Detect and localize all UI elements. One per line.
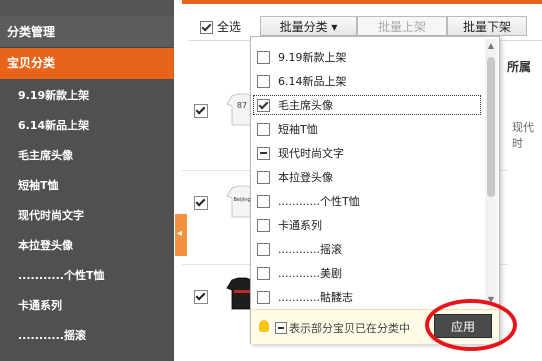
thumb-print: Beijing: [233, 197, 250, 203]
option-label: ............美剧: [278, 267, 342, 280]
chevron-left-icon: ◂: [177, 228, 183, 239]
select-all-checkbox[interactable]: [200, 21, 213, 34]
batch-delist-button[interactable]: 批量下架: [447, 16, 527, 36]
category-column-header: 所属: [507, 60, 532, 74]
thumb-print: 87: [237, 101, 247, 110]
option-checkbox[interactable]: [257, 195, 270, 208]
sidebar-top-strip: [0, 0, 174, 16]
option-label: 卡通系列: [278, 219, 322, 232]
option-label: 本拉登头像: [278, 171, 333, 184]
dropdown-option[interactable]: 短袖T恤: [251, 117, 483, 141]
option-checkbox[interactable]: [257, 243, 270, 256]
sidebar-header[interactable]: 分类管理: [0, 16, 174, 48]
caret-down-icon: ▾: [331, 20, 338, 34]
row-checkbox[interactable]: [194, 290, 208, 304]
batch-category-button[interactable]: 批量分类 ▾: [260, 16, 357, 36]
highlight-ellipse: [425, 299, 517, 351]
option-checkbox[interactable]: [257, 51, 270, 64]
row-checkbox[interactable]: [194, 196, 208, 210]
category-dropdown: 9.19新款上架 6.14新品上架 毛主席头像 短袖T恤 现代时尚文字 本拉登头…: [250, 36, 500, 344]
dropdown-option[interactable]: 毛主席头像: [251, 93, 483, 117]
sidebar-item[interactable]: 现代时尚文字: [0, 201, 174, 231]
batch-category-label: 批量分类: [279, 20, 328, 34]
dropdown-option[interactable]: ............美剧: [251, 261, 483, 285]
option-label: 6.14新品上架: [278, 75, 347, 88]
dropdown-scrollbar[interactable]: ▲ ▼: [485, 39, 497, 307]
option-checkbox[interactable]: [257, 147, 270, 160]
dropdown-option[interactable]: 9.19新款上架: [251, 45, 483, 69]
dropdown-option[interactable]: 卡通系列: [251, 213, 483, 237]
option-label: 9.19新款上架: [278, 51, 347, 64]
dropdown-option[interactable]: 本拉登头像: [251, 165, 483, 189]
sidebar-item[interactable]: 6.14新品上架: [0, 111, 174, 141]
dropdown-option[interactable]: ............摇滚: [251, 237, 483, 261]
option-checkbox[interactable]: [257, 291, 270, 304]
sidebar: 分类管理 宝贝分类 9.19新款上架 6.14新品上架 毛主席头像 短袖T恤 现…: [0, 0, 174, 361]
option-checkbox[interactable]: [257, 99, 270, 112]
footer-hint: 表示部分宝贝已在分类中: [289, 322, 410, 335]
option-checkbox[interactable]: [257, 123, 270, 136]
top-accent-bar: [182, 0, 542, 4]
select-all-label: 全选: [217, 20, 242, 34]
partial-checkbox-icon: [275, 322, 287, 334]
scrollbar-thumb[interactable]: [487, 57, 495, 197]
sidebar-item[interactable]: 短袖T恤: [0, 171, 174, 201]
dropdown-option[interactable]: 6.14新品上架: [251, 69, 483, 93]
batch-list-button[interactable]: 批量上架: [357, 16, 447, 36]
sidebar-collapse-toggle[interactable]: ◂: [175, 214, 187, 256]
option-label: ............骷髅志: [278, 291, 353, 304]
option-label: ............摇滚: [278, 243, 342, 256]
lightbulb-icon: [259, 320, 269, 332]
sidebar-item[interactable]: 卡通系列: [0, 291, 174, 321]
scroll-up-icon[interactable]: ▲: [487, 41, 495, 51]
option-checkbox[interactable]: [257, 171, 270, 184]
dropdown-option[interactable]: ............个性T恤: [251, 189, 483, 213]
sidebar-item[interactable]: ...........摇滚: [0, 321, 174, 351]
option-label: 毛主席头像: [278, 99, 333, 112]
option-checkbox[interactable]: [257, 75, 270, 88]
row-category-text: 现代时: [512, 121, 534, 150]
sidebar-item[interactable]: 9.19新款上架: [0, 81, 174, 111]
option-label: 现代时尚文字: [278, 147, 344, 160]
sidebar-item[interactable]: 本拉登头像: [0, 231, 174, 261]
row-checkbox[interactable]: [194, 104, 208, 118]
option-checkbox[interactable]: [257, 219, 270, 232]
sidebar-item[interactable]: 毛主席头像: [0, 141, 174, 171]
sidebar-item-active[interactable]: 宝贝分类: [0, 48, 174, 79]
option-label: 短袖T恤: [278, 123, 318, 136]
option-checkbox[interactable]: [257, 267, 270, 280]
option-label: ............个性T恤: [278, 195, 360, 208]
sidebar-item[interactable]: ...........个性T恤: [0, 261, 174, 291]
dropdown-option[interactable]: 现代时尚文字: [251, 141, 483, 165]
